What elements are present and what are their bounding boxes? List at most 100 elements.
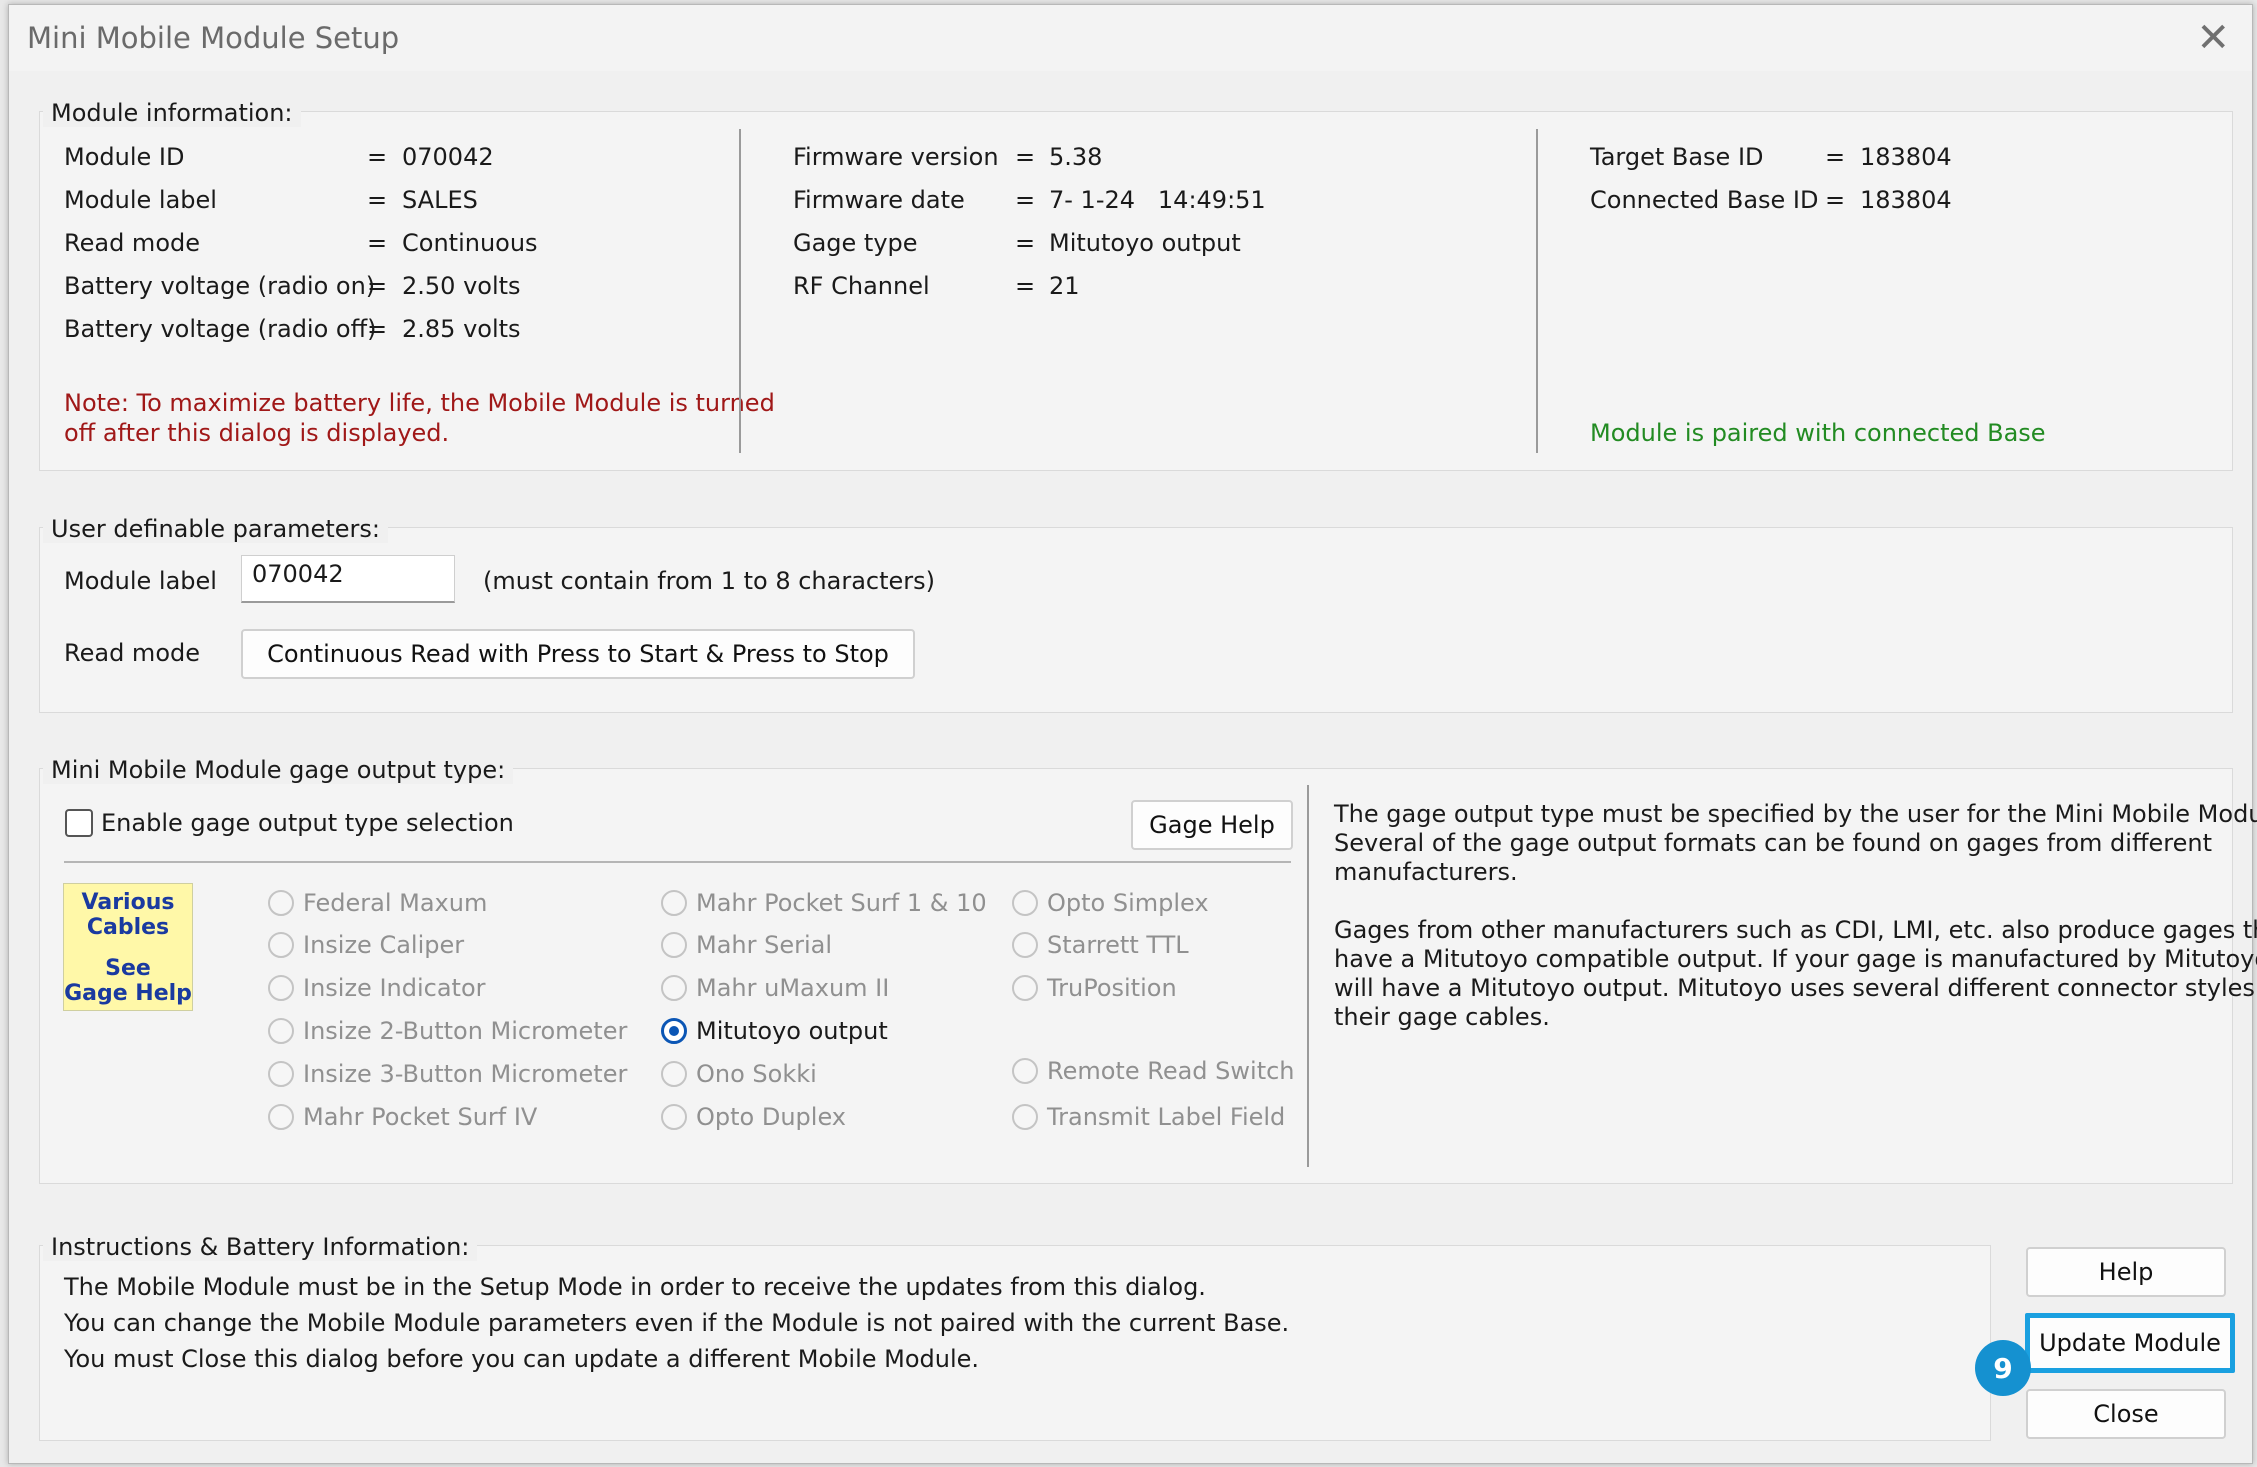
radio-label[interactable]: Insize Indicator	[303, 974, 486, 1002]
various-line3: See	[105, 956, 151, 981]
equals-sign: =	[1015, 186, 1036, 214]
radio-truposition[interactable]	[1012, 975, 1038, 1001]
radio-insize-3-button-micrometer[interactable]	[268, 1061, 294, 1087]
battery-radio-off-value: 2.85 volts	[402, 315, 521, 343]
battery-note-line2: off after this dialog is displayed.	[64, 419, 450, 447]
radio-label[interactable]: Mahr uMaxum II	[696, 974, 889, 1002]
radio-ono-sokki[interactable]	[661, 1061, 687, 1087]
various-line2: Cables	[86, 915, 170, 940]
radio-opto-simplex[interactable]	[1012, 890, 1038, 916]
radio-insize-2-button-micrometer[interactable]	[268, 1018, 294, 1044]
dialog-window: Mini Mobile Module Setup ✕ Module inform…	[8, 4, 2257, 1464]
various-line4: Gage Help	[64, 981, 192, 1006]
radio-label[interactable]: Mahr Pocket Surf IV	[303, 1103, 537, 1131]
title-bar: Mini Mobile Module Setup ✕	[9, 5, 2252, 71]
gage-description-line: The gage output type must be specified b…	[1334, 800, 2257, 828]
battery-note-line1: Note: To maximize battery life, the Mobi…	[64, 389, 775, 417]
radio-label[interactable]: Mahr Serial	[696, 931, 832, 959]
equals-sign: =	[1825, 143, 1846, 171]
radio-label[interactable]: Mahr Pocket Surf 1 & 10	[696, 889, 987, 917]
module-label-hint: (must contain from 1 to 8 characters)	[483, 567, 936, 595]
various-cables-note: Various Cables See Gage Help	[63, 883, 193, 1011]
paired-status: Module is paired with connected Base	[1590, 419, 2046, 447]
gage-description-line: Gages from other manufacturers such as C…	[1334, 916, 2257, 944]
rf-channel-label: RF Channel	[793, 272, 930, 300]
module-label-label: Module label	[64, 186, 217, 214]
radio-mitutoyo-output[interactable]	[661, 1018, 687, 1044]
equals-sign: =	[1015, 272, 1036, 300]
target-base-id-label: Target Base ID	[1590, 143, 1764, 171]
equals-sign: =	[367, 143, 388, 171]
radio-label[interactable]: TruPosition	[1047, 974, 1177, 1002]
instructions-legend: Instructions & Battery Information:	[43, 1233, 478, 1261]
gage-help-button[interactable]: Gage Help	[1131, 800, 1293, 850]
close-button[interactable]: Close	[2026, 1389, 2226, 1439]
column-divider	[1536, 129, 1538, 453]
read-mode-label: Read mode	[64, 229, 200, 257]
update-module-button[interactable]: Update Module	[2025, 1313, 2235, 1373]
help-button[interactable]: Help	[2026, 1247, 2226, 1297]
instruction-line: The Mobile Module must be in the Setup M…	[64, 1273, 1206, 1301]
radio-label[interactable]: Ono Sokki	[696, 1060, 817, 1088]
radio-insize-caliper[interactable]	[268, 932, 294, 958]
radio-mahr-pocket-surf-1-10[interactable]	[661, 890, 687, 916]
equals-sign: =	[367, 315, 388, 343]
firmware-date-value: 7- 1-24 14:49:51	[1049, 186, 1266, 214]
radio-label[interactable]: Federal Maxum	[303, 889, 487, 917]
gage-description-line: manufacturers.	[1334, 858, 1518, 886]
radio-federal-maxum[interactable]	[268, 890, 294, 916]
gage-type-value: Mitutoyo output	[1049, 229, 1241, 257]
gage-description-line: Several of the gage output formats can b…	[1334, 829, 2212, 857]
firmware-version-label: Firmware version	[793, 143, 999, 171]
module-id-label: Module ID	[64, 143, 185, 171]
equals-sign: =	[367, 229, 388, 257]
module-label-field-label: Module label	[64, 567, 217, 595]
enable-gage-output-label[interactable]: Enable gage output type selection	[101, 809, 514, 837]
various-line1: Various	[81, 890, 175, 915]
column-divider	[739, 129, 741, 453]
gage-type-label: Gage type	[793, 229, 918, 257]
radio-label[interactable]: Transmit Label Field	[1047, 1103, 1285, 1131]
read-mode-value: Continuous	[402, 229, 538, 257]
battery-radio-off-label: Battery voltage (radio off)	[64, 315, 377, 343]
gage-output-legend: Mini Mobile Module gage output type:	[43, 756, 514, 784]
read-mode-field-label: Read mode	[64, 639, 200, 667]
radio-label[interactable]: Mitutoyo output	[696, 1017, 888, 1045]
target-base-id-value: 183804	[1860, 143, 1952, 171]
module-label-input[interactable]: 070042	[241, 555, 455, 603]
firmware-version-value: 5.38	[1049, 143, 1103, 171]
instruction-line: You can change the Mobile Module paramet…	[64, 1309, 1290, 1337]
radio-label[interactable]: Insize 2-Button Micrometer	[303, 1017, 627, 1045]
read-mode-button[interactable]: Continuous Read with Press to Start & Pr…	[241, 629, 915, 679]
gage-description-line: their gage cables.	[1334, 1003, 1550, 1031]
radio-label[interactable]: Insize 3-Button Micrometer	[303, 1060, 627, 1088]
enable-gage-output-checkbox[interactable]	[65, 809, 93, 837]
step-callout-badge: 9	[1975, 1340, 2031, 1396]
close-icon[interactable]: ✕	[2196, 15, 2230, 61]
radio-label[interactable]: Starrett TTL	[1047, 931, 1189, 959]
radio-mahr-umaxum-ii[interactable]	[661, 975, 687, 1001]
radio-starrett-ttl[interactable]	[1012, 932, 1038, 958]
radio-mahr-pocket-surf-iv[interactable]	[268, 1104, 294, 1130]
section-separator	[64, 861, 1291, 863]
radio-label[interactable]: Opto Duplex	[696, 1103, 846, 1131]
connected-base-id-label: Connected Base ID	[1590, 186, 1819, 214]
radio-label[interactable]: Remote Read Switch	[1047, 1057, 1295, 1085]
radio-insize-indicator[interactable]	[268, 975, 294, 1001]
module-info-legend: Module information:	[43, 99, 301, 127]
gage-description-divider	[1307, 785, 1309, 1167]
radio-mahr-serial[interactable]	[661, 932, 687, 958]
module-id-value: 070042	[402, 143, 494, 171]
equals-sign: =	[1825, 186, 1846, 214]
radio-transmit-label-field[interactable]	[1012, 1104, 1038, 1130]
window-title: Mini Mobile Module Setup	[27, 21, 400, 55]
radio-remote-read-switch[interactable]	[1012, 1058, 1038, 1084]
equals-sign: =	[367, 272, 388, 300]
radio-label[interactable]: Insize Caliper	[303, 931, 464, 959]
connected-base-id-value: 183804	[1860, 186, 1952, 214]
radio-opto-duplex[interactable]	[661, 1104, 687, 1130]
gage-description-line: have a Mitutoyo compatible output. If yo…	[1334, 945, 2257, 973]
user-params-legend: User definable parameters:	[43, 515, 388, 543]
radio-label[interactable]: Opto Simplex	[1047, 889, 1209, 917]
firmware-date-label: Firmware date	[793, 186, 965, 214]
